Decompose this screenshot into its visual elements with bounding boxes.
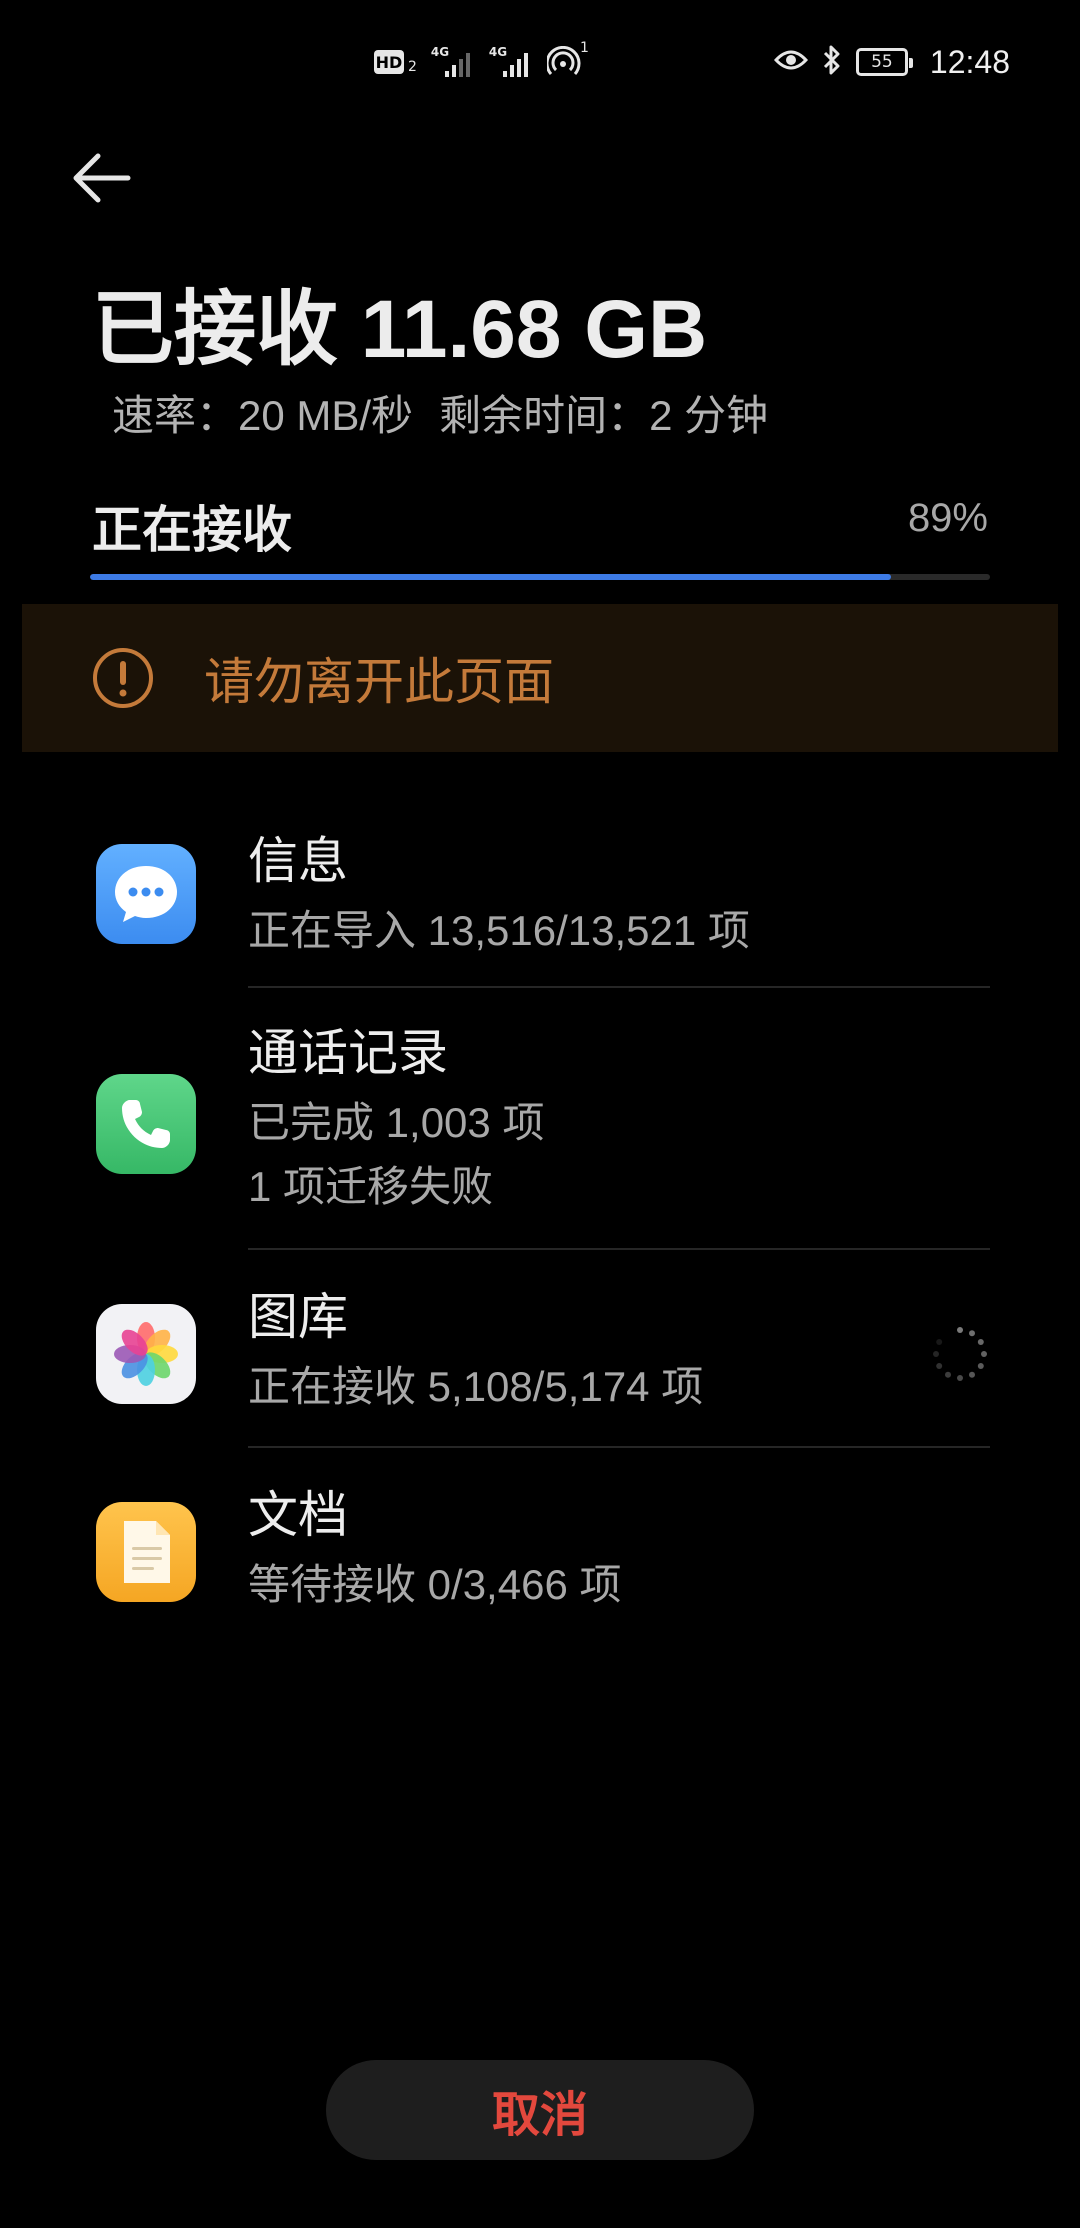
phone-icon: [96, 1074, 196, 1174]
status-time: 12:48: [929, 43, 1010, 80]
messages-icon: [96, 844, 196, 944]
hd-sub-label: 2: [408, 59, 417, 75]
loading-spinner-icon: [932, 1326, 988, 1382]
exclamation-circle-icon: [90, 645, 156, 711]
progress-percent: 89%: [907, 496, 988, 540]
warning-text: 请勿离开此页面: [204, 653, 554, 711]
item-title: 信息: [248, 832, 348, 890]
remaining-time: 剩余时间：2 分钟: [439, 392, 769, 439]
battery-icon: 55: [855, 48, 913, 76]
item-status: 已完成 1,003 项: [248, 1099, 545, 1146]
progress-label: 正在接收: [92, 501, 292, 559]
warning-banner: 请勿离开此页面: [22, 604, 1058, 752]
bluetooth-icon: [822, 45, 842, 79]
divider: [248, 986, 990, 988]
divider: [248, 1446, 990, 1448]
hd-icon: HD 2: [374, 49, 417, 75]
status-bar-right: 55 12:48: [773, 43, 1010, 80]
item-title: 通话记录: [248, 1024, 448, 1082]
status-bar-left: HD 2 4G 4G 1: [374, 40, 589, 80]
documents-icon: [96, 1502, 196, 1602]
item-failure-note: 1 项迁移失败: [248, 1163, 494, 1210]
eye-icon: [773, 48, 808, 76]
item-status: 正在导入 13,516/13,521 项: [248, 907, 750, 954]
progress-fill: [90, 574, 891, 580]
back-arrow-icon: [72, 148, 132, 212]
cancel-button[interactable]: 取消: [326, 2060, 754, 2160]
item-title: 图库: [248, 1288, 348, 1346]
gallery-icon: [96, 1304, 196, 1404]
status-bar: HD 2 4G 4G 1 55 12:48: [0, 0, 1080, 124]
divider: [248, 1248, 990, 1250]
back-button[interactable]: [62, 140, 142, 220]
signal-icon: 4G: [489, 45, 533, 77]
progress-bar: [90, 574, 990, 580]
item-status: 正在接收 5,108/5,174 项: [248, 1363, 704, 1410]
transfer-rate: 速率：20 MB/秒: [112, 392, 414, 439]
hd-label: HD: [374, 50, 404, 74]
hotspot-icon: 1: [545, 40, 589, 78]
hotspot-count: 1: [580, 40, 589, 56]
signal-icon: 4G: [431, 45, 475, 77]
transfer-rate-line: 速率：20 MB/秒 剩余时间：2 分钟: [112, 382, 768, 443]
battery-level: 55: [871, 52, 893, 72]
item-title: 文档: [248, 1486, 348, 1544]
item-status: 等待接收 0/3,466 项: [248, 1561, 622, 1608]
received-size-title: 已接收 11.68 GB: [92, 284, 708, 375]
